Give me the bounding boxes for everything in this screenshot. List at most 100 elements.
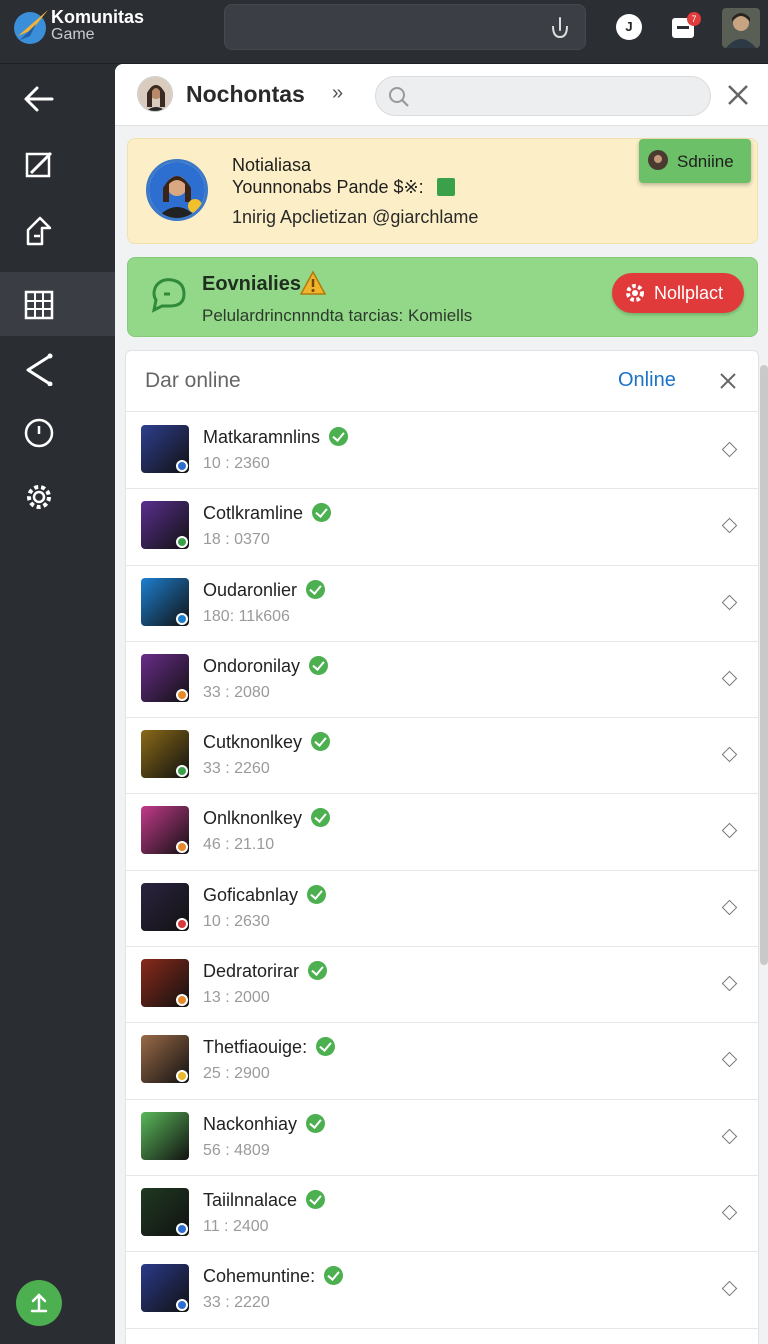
list-item[interactable]: Cotlkramline 18 : 0370 <box>126 489 758 566</box>
sidebar-item-share[interactable] <box>0 198 115 262</box>
verified-icon <box>309 655 328 675</box>
app-logo-icon[interactable] <box>10 6 54 46</box>
close-panel-icon[interactable] <box>725 82 751 108</box>
close-list-icon[interactable] <box>718 371 738 391</box>
game-icon <box>141 425 189 473</box>
profile-initial-icon[interactable]: J <box>616 14 642 40</box>
game-name: Thetfiaouige: <box>203 1037 308 1058</box>
list-item[interactable]: Cutknonlkey 33 : 2260 <box>126 718 758 795</box>
notification-card: Notialiasa Younnonabs Pande $※: 1nirig A… <box>127 138 758 244</box>
alert-card: Eovnialies Pelulardrincnnndta tarcias: K… <box>127 257 758 337</box>
row-menu-icon[interactable] <box>721 1280 738 1297</box>
game-icon <box>141 1187 189 1236</box>
notifier-avatar[interactable] <box>146 159 208 221</box>
status-avatar-icon <box>648 150 668 170</box>
game-icon <box>141 1264 189 1313</box>
verified-icon <box>307 884 326 904</box>
notice-subtitle: Younnonabs Pande $※: <box>232 177 424 197</box>
list-item[interactable]: Matkaramnlins 10 : 2360 <box>126 413 758 490</box>
gear-icon <box>626 284 644 302</box>
row-menu-icon[interactable] <box>721 441 738 458</box>
verified-icon <box>312 503 331 523</box>
expand-chevron-icon[interactable]: » <box>332 82 343 105</box>
game-stats: 10 : 2630 <box>203 912 270 930</box>
brand[interactable]: Komunitas Game <box>51 8 144 44</box>
sidebar-item-edit[interactable] <box>0 132 115 196</box>
platform-badge-icon <box>176 460 188 472</box>
verified-icon <box>311 732 330 752</box>
row-menu-icon[interactable] <box>721 518 738 534</box>
game-icon <box>141 730 189 779</box>
network-icon <box>26 353 53 386</box>
row-menu-icon[interactable] <box>721 899 738 916</box>
community-avatar[interactable] <box>137 76 173 112</box>
row-menu-icon[interactable] <box>721 1128 738 1144</box>
row-menu-icon[interactable] <box>721 823 738 839</box>
scrollbar[interactable] <box>760 365 768 965</box>
brand-subtitle: Game <box>51 25 95 43</box>
platform-badge-icon <box>176 612 188 625</box>
list-item[interactable]: Cohemuntine: 33 : 2220 <box>126 1252 758 1329</box>
list-item[interactable]: Thetfiaouige: 25 : 2900 <box>126 1023 758 1100</box>
search-input[interactable] <box>418 83 698 109</box>
platform-badge-icon <box>176 765 188 778</box>
game-name: Oudaronlier <box>203 579 298 600</box>
list-item[interactable]: Dedratorirar 13 : 2000 <box>126 947 758 1024</box>
add-fab-button[interactable] <box>16 1280 62 1326</box>
alert-title: Eovnialies <box>202 273 301 295</box>
row-menu-icon[interactable] <box>721 594 738 610</box>
share-icon <box>26 216 52 246</box>
verified-icon <box>311 808 330 828</box>
row-menu-icon[interactable] <box>721 1052 738 1068</box>
edit-icon <box>25 151 53 178</box>
list-item[interactable]: Oudaronlier 180: 11k606 <box>126 566 758 642</box>
sidebar-item-network[interactable] <box>0 336 115 400</box>
main-panel: Nochontas » Notialiasa Younnonabs Pande … <box>115 64 768 1344</box>
upload-icon <box>30 1293 48 1313</box>
online-filter-link[interactable]: Online <box>618 369 676 392</box>
panel-header: Nochontas » <box>115 64 768 126</box>
sidebar <box>0 64 115 1344</box>
row-menu-icon[interactable] <box>721 670 738 687</box>
messages-icon[interactable]: 7 <box>672 12 701 40</box>
row-menu-icon[interactable] <box>721 746 738 763</box>
notice-detail: 1nirig Apclietizan @giarchlame <box>232 207 479 227</box>
list-title: Dar online <box>145 369 241 392</box>
game-stats: 10 : 2360 <box>203 455 270 472</box>
sidebar-item-back[interactable] <box>0 66 115 130</box>
game-icon <box>141 653 189 702</box>
status-button-label: Sdniine <box>677 152 734 171</box>
game-icon <box>141 501 189 550</box>
game-name: Nackonhiay <box>203 1113 298 1134</box>
verified-icon <box>329 427 348 446</box>
alert-action-button[interactable]: Nollplact <box>612 273 744 313</box>
row-menu-icon[interactable] <box>721 975 738 992</box>
warning-icon <box>300 270 326 295</box>
alert-text: Pelulardrincnnndta tarcias: Komiells <box>202 306 473 325</box>
list-header: Dar online Online <box>126 351 758 412</box>
game-name: Taiilnnalace <box>203 1189 298 1210</box>
settings-icon <box>27 485 51 509</box>
list-item[interactable]: Taiilnnalace 11 : 2400 <box>126 1176 758 1253</box>
sidebar-item-grid[interactable] <box>0 272 115 336</box>
list-item[interactable]: Nackonhiay 56 : 4809 <box>126 1100 758 1176</box>
list-item[interactable]: Onlknonlkey 46 : 21.10 <box>126 794 758 871</box>
panel-search-field[interactable] <box>375 76 711 116</box>
verified-icon <box>306 1189 325 1209</box>
voice-search-icon[interactable] <box>549 16 571 40</box>
sidebar-item-history[interactable] <box>0 400 115 464</box>
row-menu-icon[interactable] <box>721 1204 738 1221</box>
game-icon <box>141 1111 189 1160</box>
user-avatar[interactable] <box>722 8 760 48</box>
game-icon <box>141 577 189 626</box>
status-online-button[interactable]: Sdniine <box>639 139 751 183</box>
chat-bubble-icon <box>151 278 186 313</box>
sidebar-item-settings[interactable] <box>0 464 115 528</box>
game-stats: 18 : 0370 <box>203 531 270 549</box>
game-name: Ondoronilay <box>203 655 301 676</box>
list-item[interactable]: Ondoronilay 33 : 2080 <box>126 642 758 719</box>
list-item[interactable]: Goficabnlay 10 : 2630 <box>126 871 758 948</box>
platform-badge-icon <box>176 917 188 930</box>
global-search-bar[interactable] <box>224 4 586 50</box>
game-stats: 25 : 2900 <box>203 1065 270 1083</box>
